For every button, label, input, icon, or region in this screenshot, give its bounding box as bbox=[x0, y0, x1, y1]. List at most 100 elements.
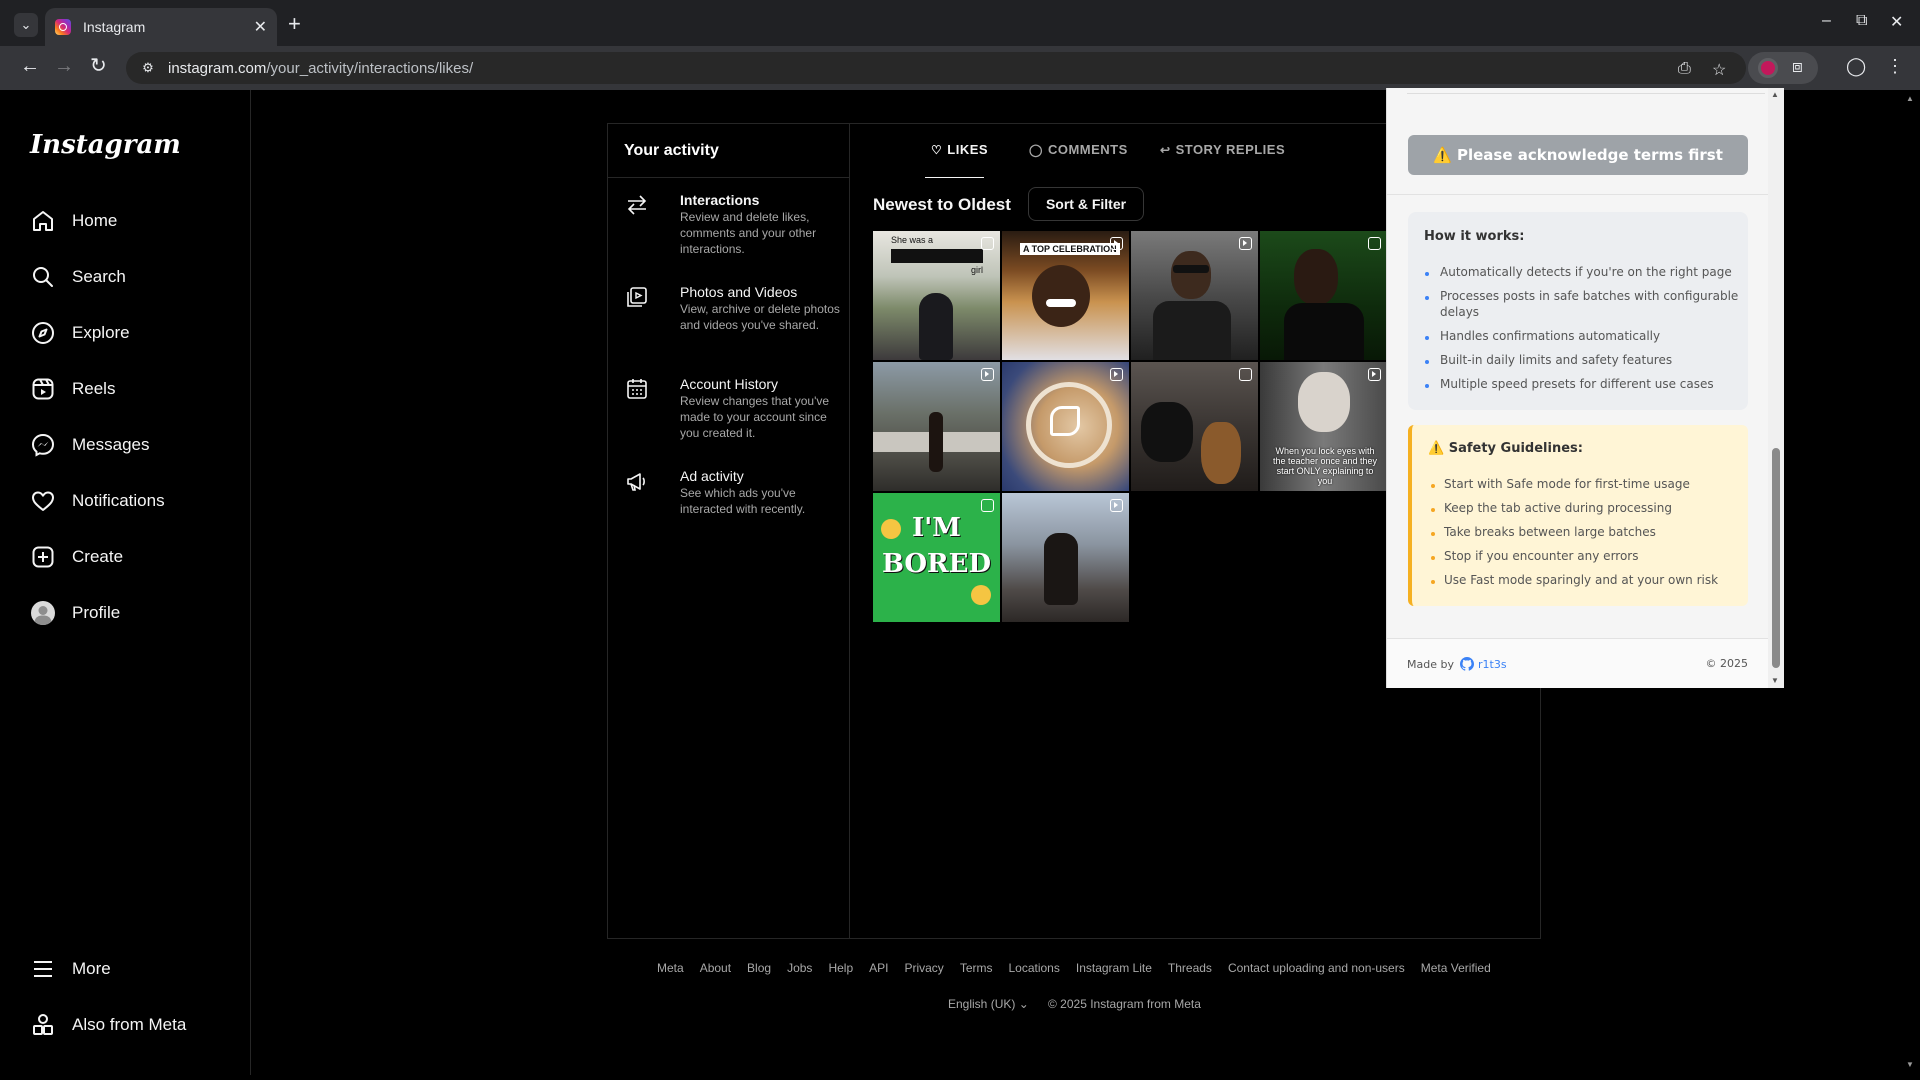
nav-more[interactable]: More bbox=[30, 945, 111, 993]
nav-messages[interactable]: Messages bbox=[30, 421, 149, 469]
tab-story-replies[interactable]: ↩ STORY REPLIES bbox=[1160, 142, 1285, 157]
sort-filter-button[interactable]: Sort & Filter bbox=[1028, 187, 1144, 221]
nav-explore[interactable]: Explore bbox=[30, 309, 130, 357]
liked-post-thumbnail[interactable]: She was a girl bbox=[873, 231, 1000, 360]
person-face bbox=[1032, 265, 1090, 327]
liked-post-thumbnail[interactable]: I'M BORED bbox=[873, 493, 1000, 622]
activity-item-account-history[interactable]: Account History Review changes that you'… bbox=[608, 376, 849, 446]
nav-notifications[interactable]: Notifications bbox=[30, 477, 165, 525]
footer-link[interactable]: Privacy bbox=[904, 961, 943, 975]
scroll-thumb[interactable] bbox=[1772, 448, 1780, 668]
liked-post-thumbnail[interactable] bbox=[1002, 493, 1129, 622]
popup-scrollbar[interactable]: ▲ ▼ bbox=[1768, 88, 1784, 688]
nav-home[interactable]: Home bbox=[30, 197, 117, 245]
footer-link[interactable]: Jobs bbox=[787, 961, 812, 975]
footer-link[interactable]: API bbox=[869, 961, 888, 975]
footer-link[interactable]: Terms bbox=[960, 961, 993, 975]
liked-post-thumbnail[interactable] bbox=[1002, 362, 1129, 491]
liked-post-thumbnail[interactable] bbox=[1131, 362, 1258, 491]
heart-icon bbox=[30, 488, 56, 514]
avatar-icon bbox=[30, 600, 56, 626]
install-app-icon[interactable]: ⎙ bbox=[1678, 60, 1691, 78]
nav-create[interactable]: Create bbox=[30, 533, 123, 581]
liked-post-thumbnail[interactable]: When you lock eyes with the teacher once… bbox=[1260, 362, 1387, 491]
new-tab-icon[interactable]: + bbox=[288, 13, 301, 35]
nav-label: More bbox=[72, 959, 111, 978]
minimize-icon[interactable]: – bbox=[1822, 12, 1831, 30]
bullet bbox=[1431, 580, 1435, 584]
footer-link[interactable]: Help bbox=[828, 961, 853, 975]
site-info-icon[interactable]: ⚙ bbox=[140, 60, 156, 76]
reload-icon[interactable]: ↻ bbox=[90, 56, 107, 76]
scroll-down-icon[interactable]: ▼ bbox=[1906, 1060, 1914, 1069]
footer-link[interactable]: Locations bbox=[1008, 961, 1059, 975]
tab-search-icon[interactable]: ⌄ bbox=[14, 13, 38, 37]
activity-item-desc: See which ads you've interacted with rec… bbox=[680, 486, 806, 516]
menu-kebab-icon[interactable]: ⋮ bbox=[1886, 56, 1904, 77]
address-bar[interactable]: ⚙ instagram.com/your_activity/interactio… bbox=[126, 52, 1746, 84]
tab-comments[interactable]: ◯ COMMENTS bbox=[1029, 142, 1128, 157]
nav-reels[interactable]: Reels bbox=[30, 365, 115, 413]
activity-item-photos-videos[interactable]: Photos and Videos View, archive or delet… bbox=[608, 284, 849, 354]
activity-item-name: Photos and Videos bbox=[680, 284, 798, 300]
chevron-down-icon: ⌄ bbox=[1018, 997, 1029, 1011]
activity-item-desc: Review changes that you've made to your … bbox=[680, 394, 830, 440]
instagram-logo[interactable]: Instagram bbox=[30, 130, 181, 160]
footer-link[interactable]: Contact uploading and non-users bbox=[1228, 961, 1405, 975]
person-head bbox=[1294, 249, 1338, 305]
forward-icon[interactable]: → bbox=[54, 56, 74, 76]
nav-also-from-meta[interactable]: Also from Meta bbox=[30, 1001, 186, 1049]
activity-item-interactions[interactable]: Interactions Review and delete likes, co… bbox=[608, 192, 849, 262]
language-selector[interactable]: English (UK) ⌄ bbox=[948, 997, 1029, 1011]
footer-link[interactable]: Threads bbox=[1168, 961, 1212, 975]
activity-item-ad-activity[interactable]: Ad activity See which ads you've interac… bbox=[608, 468, 849, 528]
nav-label: Reels bbox=[72, 379, 116, 398]
scroll-up-icon[interactable]: ▲ bbox=[1906, 94, 1914, 103]
footer-link[interactable]: About bbox=[700, 961, 731, 975]
extension-icon[interactable] bbox=[1758, 58, 1778, 78]
nav-label: Home bbox=[72, 211, 118, 230]
reply-arrow-icon: ↩ bbox=[1160, 142, 1171, 157]
liked-post-thumbnail[interactable] bbox=[873, 362, 1000, 491]
author-link[interactable]: r1t3s bbox=[1478, 658, 1507, 671]
sunglasses-shape bbox=[1173, 265, 1209, 273]
footer-link[interactable]: Instagram Lite bbox=[1076, 961, 1152, 975]
how-it-works-title: How it works: bbox=[1424, 229, 1525, 244]
person-shirt bbox=[1153, 301, 1231, 360]
activity-item-name: Ad activity bbox=[680, 468, 744, 484]
activity-item-name: Interactions bbox=[680, 192, 760, 208]
nav-label: Explore bbox=[72, 323, 130, 342]
liked-post-thumbnail[interactable]: A TOP CELEBRATION bbox=[1002, 231, 1129, 360]
tab-likes[interactable]: ♡ LIKES bbox=[931, 142, 988, 157]
page-scrollbar[interactable]: ▲ ▼ bbox=[1904, 90, 1918, 1075]
close-window-icon[interactable]: ✕ bbox=[1890, 12, 1903, 32]
bookmark-star-icon[interactable]: ☆ bbox=[1712, 60, 1726, 80]
browser-tab[interactable]: Instagram ✕ bbox=[45, 8, 277, 46]
reel-icon bbox=[1239, 237, 1252, 250]
nav-label: Profile bbox=[72, 603, 121, 622]
instagram-favicon-icon bbox=[55, 19, 71, 35]
footer-link[interactable]: Meta Verified bbox=[1421, 961, 1491, 975]
post-caption: A TOP CELEBRATION bbox=[1020, 243, 1120, 255]
liked-post-thumbnail[interactable] bbox=[1260, 231, 1387, 360]
reel-icon bbox=[1368, 368, 1381, 381]
person-silhouette bbox=[1141, 402, 1193, 462]
footer-link[interactable]: Meta bbox=[657, 961, 684, 975]
back-icon[interactable]: ← bbox=[20, 56, 40, 76]
extensions-puzzle-icon[interactable]: ⧈ bbox=[1792, 57, 1803, 77]
acknowledge-terms-button[interactable]: ⚠️ Please acknowledge terms first bbox=[1408, 135, 1748, 175]
close-tab-icon[interactable]: ✕ bbox=[254, 17, 267, 37]
scroll-up-icon[interactable]: ▲ bbox=[1771, 90, 1779, 99]
search-icon bbox=[30, 264, 56, 290]
nav-profile[interactable]: Profile bbox=[30, 589, 120, 637]
scroll-down-icon[interactable]: ▼ bbox=[1771, 676, 1779, 685]
popup-footer: Made by r1t3s © 2025 bbox=[1387, 639, 1768, 688]
footer-link[interactable]: Blog bbox=[747, 961, 771, 975]
made-by-label: Made by bbox=[1407, 657, 1454, 671]
profile-icon[interactable]: ◯ bbox=[1846, 56, 1866, 77]
liked-post-thumbnail[interactable] bbox=[1131, 231, 1258, 360]
nav-search[interactable]: Search bbox=[30, 253, 126, 301]
carousel-icon bbox=[1368, 237, 1381, 250]
person-head bbox=[1298, 372, 1350, 432]
restore-icon[interactable]: ⧉ bbox=[1856, 12, 1867, 30]
